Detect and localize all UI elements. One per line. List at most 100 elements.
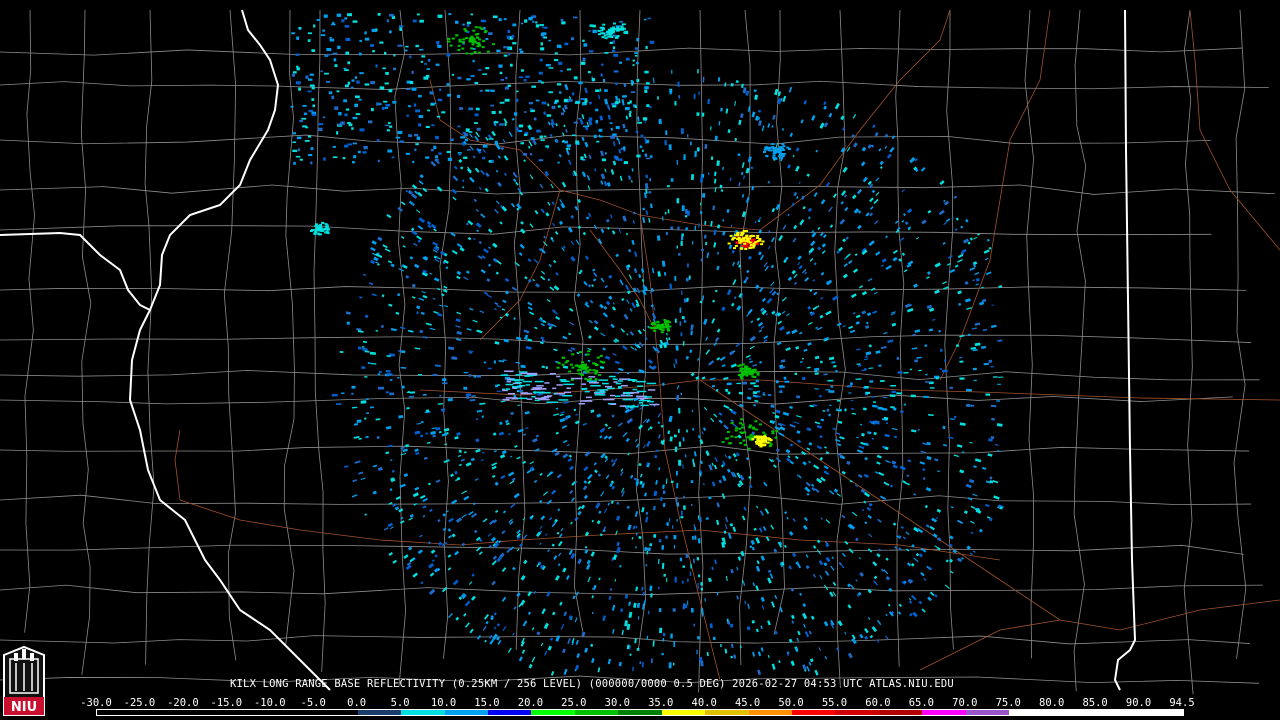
echo-pixel: [613, 53, 618, 57]
echo-pixel: [505, 388, 511, 390]
echo-pixel: [416, 13, 420, 16]
echo-pixel: [923, 395, 929, 398]
product-caption: KILX LONG RANGE BASE REFLECTIVITY (0.25K…: [230, 678, 954, 690]
echo-pixel: [667, 209, 670, 214]
echo-pixel: [760, 243, 764, 246]
echo-pixel: [588, 30, 591, 32]
echo-pixel: [588, 50, 594, 53]
echo-pixel: [736, 232, 740, 235]
echo-pixel: [641, 149, 644, 153]
echo-pixel: [755, 440, 758, 443]
echo-pixel: [690, 607, 694, 613]
colorscale-swatch: [618, 710, 662, 715]
echo-pixel: [674, 318, 677, 323]
echo-pixel: [485, 89, 489, 92]
echo-pixel: [619, 61, 622, 64]
echo-pixel: [594, 362, 598, 365]
echo-pixel: [771, 430, 775, 433]
echo-pixel: [476, 375, 482, 378]
echo-pixel: [636, 647, 640, 651]
echo-pixel: [685, 227, 688, 231]
echo-pixel: [540, 139, 545, 142]
echo-pixel: [490, 104, 494, 107]
echo-pixel: [661, 328, 665, 331]
echo-pixel: [455, 34, 459, 37]
echo-pixel: [748, 246, 752, 249]
echo-pixel: [559, 379, 567, 381]
echo-pixel: [774, 436, 778, 439]
echo-pixel: [494, 140, 498, 145]
echo-pixel: [739, 442, 743, 445]
echo-pixel: [750, 382, 756, 385]
echo-pixel: [587, 380, 597, 382]
echo-pixel: [658, 119, 662, 125]
echo-pixel: [425, 125, 430, 128]
echo-pixel: [528, 102, 534, 105]
echo-pixel: [515, 382, 522, 384]
echo-pixel: [298, 87, 301, 91]
echo-pixel: [332, 145, 336, 148]
echo-pixel: [343, 67, 347, 70]
echo-pixel: [437, 14, 443, 18]
echo-pixel: [644, 86, 649, 90]
echo-pixel: [305, 75, 309, 79]
echo-pixel: [615, 126, 620, 130]
echo-pixel: [575, 364, 578, 367]
echo-pixel: [379, 86, 385, 90]
echo-pixel: [514, 380, 520, 382]
echo-pixel: [372, 50, 375, 53]
echo-pixel: [662, 632, 666, 637]
echo-pixel: [726, 431, 730, 433]
echo-pixel: [470, 52, 474, 55]
echo-pixel: [312, 104, 315, 108]
echo-pixel: [676, 159, 678, 165]
echo-pixel: [480, 19, 486, 22]
echo-pixel: [329, 36, 332, 39]
echo-pixel: [499, 123, 504, 126]
echo-pixel: [680, 332, 683, 337]
echo-pixel: [371, 108, 374, 112]
echo-pixel: [644, 70, 649, 74]
colorscale-swatch: [705, 710, 749, 715]
echo-pixel: [678, 459, 682, 466]
echo-pixel: [597, 389, 609, 391]
colorscale-swatch: [97, 710, 141, 715]
echo-pixel: [457, 125, 461, 128]
echo-pixel: [441, 111, 446, 114]
echo-pixel: [338, 112, 342, 116]
echo-pixel: [674, 576, 677, 583]
echo-pixel: [753, 368, 757, 371]
echo-pixel: [556, 366, 560, 369]
echo-pixel: [715, 389, 719, 392]
echo-pixel: [522, 380, 532, 383]
echo-pixel: [378, 386, 385, 390]
echo-pixel: [634, 47, 639, 50]
echo-pixel: [554, 59, 559, 62]
echo-pixel: [660, 331, 664, 334]
echo-pixel: [914, 359, 919, 363]
echo-pixel: [759, 445, 763, 448]
echo-pixel: [749, 244, 753, 247]
echo-pixel: [540, 42, 543, 46]
echo-pixel: [524, 19, 528, 23]
echo-pixel: [636, 78, 640, 83]
echo-pixel: [345, 108, 350, 111]
echo-pixel: [474, 122, 478, 124]
echo-pixel: [431, 149, 434, 152]
echo-pixel: [370, 81, 375, 85]
echo-pixel: [428, 58, 431, 62]
echo-pixel: [726, 382, 732, 386]
echo-pixel: [710, 156, 714, 161]
echo-pixel: [771, 432, 775, 435]
colorscale-label: -25.0: [123, 697, 156, 709]
echo-pixel: [302, 105, 307, 107]
echo-pixel: [633, 405, 639, 408]
echo-pixel: [640, 398, 645, 400]
echo-pixel: [647, 17, 651, 20]
echo-pixel: [676, 198, 680, 204]
colorscale-label: 20.0: [517, 697, 544, 709]
echo-pixel: [474, 26, 478, 29]
echo-pixel: [769, 443, 773, 446]
echo-pixel: [653, 534, 657, 538]
echo-pixel: [356, 419, 362, 423]
